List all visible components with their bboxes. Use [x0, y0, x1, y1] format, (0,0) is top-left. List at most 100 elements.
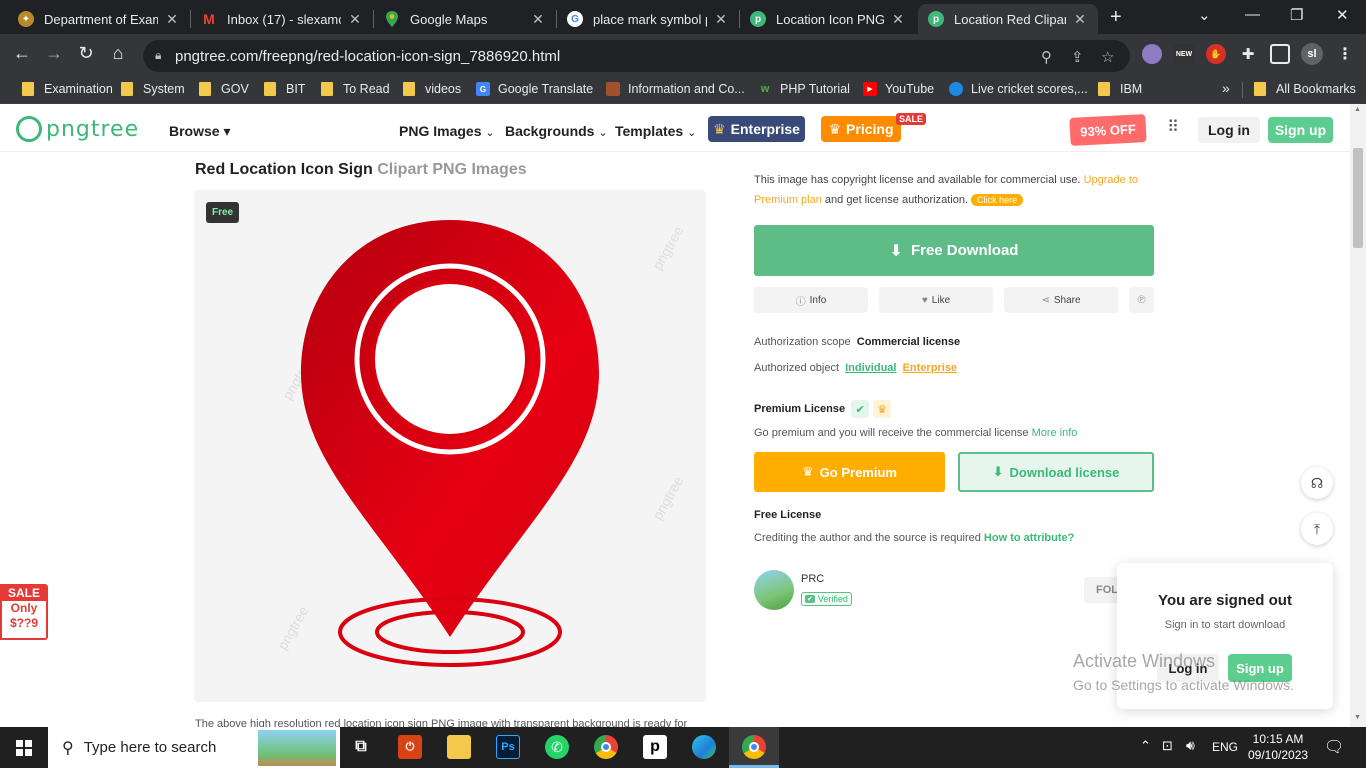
tray-chevron-icon[interactable]: ⌃ [1140, 738, 1151, 754]
network-icon[interactable]: ⊡ [1162, 738, 1173, 754]
reload-icon[interactable]: ↻ [74, 43, 98, 64]
side-panel-icon[interactable] [1270, 44, 1290, 64]
headset-support-icon[interactable]: ☊ [1301, 467, 1333, 499]
header-signup-button[interactable]: Sign up [1268, 117, 1333, 143]
restore-button[interactable]: ❐ [1290, 6, 1303, 24]
tab-search-icon[interactable]: ⌄ [1198, 6, 1211, 24]
zoom-icon[interactable]: ⚲ [1041, 48, 1052, 66]
taskbar-search-box[interactable]: ⚲ Type here to search [48, 727, 340, 768]
extension-gem-icon[interactable] [1142, 44, 1162, 64]
nav-png-images[interactable]: PNG Images ⌄ [399, 123, 495, 139]
bookmark-youtube[interactable]: ▶ YouTube [863, 82, 934, 96]
bookmark-gov[interactable]: GOV [199, 82, 249, 96]
info-site-icon [606, 82, 620, 96]
bookmark-to-read[interactable]: To Read [321, 82, 390, 96]
extensions-puzzle-icon[interactable]: ✚ [1238, 44, 1258, 64]
premium-license-title: Premium License ✔ ♛ [754, 400, 892, 418]
how-to-attribute-link[interactable]: How to attribute? [984, 532, 1074, 544]
go-premium-button[interactable]: ♛ Go Premium [754, 452, 945, 492]
close-tab-icon[interactable]: ✕ [713, 11, 729, 28]
browser-tab-location-icon-png[interactable]: p Location Icon PNG Im ✕ [740, 4, 916, 34]
image-preview[interactable]: Free pngtree pngtree pngtree pngtree [194, 190, 706, 702]
more-info-link[interactable]: More info [1032, 427, 1078, 439]
browser-tab-location-red-clipart[interactable]: p Location Red Clipart I ✕ [918, 4, 1098, 34]
bookmark-ibm[interactable]: IBM [1098, 82, 1142, 96]
profile-avatar[interactable]: sl [1301, 43, 1323, 65]
author-avatar[interactable] [754, 570, 794, 610]
share-button[interactable]: ⋖ Share [1004, 287, 1118, 313]
volume-icon[interactable]: 🔊︎ [1186, 737, 1195, 754]
photoshop-icon[interactable]: Ps [496, 735, 520, 759]
browse-menu[interactable]: Browse ▾ [169, 123, 231, 140]
apps-grid-icon[interactable]: ⠿ [1163, 120, 1183, 138]
discount-badge[interactable]: 93% OFF [1069, 114, 1147, 146]
new-tab-button[interactable]: + [1110, 6, 1122, 29]
chrome-active-icon[interactable] [742, 735, 766, 759]
page-scrollbar[interactable]: ▲ ▼ [1350, 104, 1366, 727]
address-bar[interactable]: 🔒︎ pngtree.com/freepng/red-location-icon… [143, 40, 1130, 72]
sale-side-badge[interactable]: SALE Only $??9 [0, 584, 48, 640]
adblock-icon[interactable]: ✋ [1206, 44, 1226, 64]
page-content: Red Location Icon Sign Clipart PNG Image… [0, 152, 1350, 727]
back-to-top-icon[interactable]: ⤒ [1301, 513, 1333, 545]
bookmark-information[interactable]: Information and Co... [606, 82, 745, 96]
home-icon[interactable]: ⌂ [106, 43, 130, 64]
file-explorer-icon[interactable] [447, 735, 471, 759]
close-tab-icon[interactable]: ✕ [530, 11, 546, 28]
scrollbar-thumb[interactable] [1353, 148, 1363, 248]
menu-kebab-icon[interactable]: ⋮ [1335, 44, 1355, 64]
close-tab-icon[interactable]: ✕ [890, 11, 906, 28]
minimize-button[interactable]: — [1245, 6, 1260, 23]
bookmark-videos[interactable]: videos [403, 82, 461, 96]
header-login-button[interactable]: Log in [1198, 117, 1260, 143]
individual-link[interactable]: Individual [845, 362, 896, 374]
click-here-button[interactable]: Click here [971, 194, 1024, 206]
more-bookmarks-button[interactable]: » [1222, 80, 1230, 96]
pngtree-logo[interactable]: pngtree [16, 116, 139, 142]
pricing-button[interactable]: ♛ Pricing [821, 116, 901, 142]
edge-icon[interactable] [692, 735, 716, 759]
close-tab-icon[interactable]: ✕ [347, 11, 363, 28]
close-window-button[interactable]: ✕ [1336, 6, 1349, 24]
emblem-icon: ✦ [18, 11, 34, 27]
pandora-icon[interactable]: p [643, 735, 667, 759]
whatsapp-icon[interactable]: ✆ [545, 735, 569, 759]
task-view-icon[interactable]: ⧉ [349, 735, 373, 759]
bookmark-live-cricket[interactable]: Live cricket scores,... [949, 82, 1088, 96]
new-extension-icon[interactable]: NEW [1174, 44, 1194, 64]
download-license-button[interactable]: ⬇ Download license [958, 452, 1154, 492]
all-bookmarks[interactable]: All Bookmarks [1254, 82, 1356, 96]
forward-icon[interactable]: → [42, 43, 66, 64]
browser-tab-inbox[interactable]: M Inbox (17) - slexamco ✕ [191, 4, 373, 34]
nav-backgrounds[interactable]: Backgrounds ⌄ [505, 123, 608, 139]
info-button[interactable]: ⓘ Info [754, 287, 868, 313]
app-icon-red[interactable]: ⏻ [398, 735, 422, 759]
bookmark-star-icon[interactable]: ☆ [1101, 48, 1114, 66]
bookmark-bit[interactable]: BIT [264, 82, 305, 96]
back-icon[interactable]: ← [10, 43, 34, 64]
like-button[interactable]: ♥ Like [879, 287, 993, 313]
bookmark-examination[interactable]: Examination [22, 82, 113, 96]
browser-tab-google-maps[interactable]: Google Maps ✕ [374, 4, 556, 34]
chrome-icon[interactable] [594, 735, 618, 759]
nav-templates[interactable]: Templates ⌄ [615, 123, 696, 139]
author-name[interactable]: PRC [801, 573, 824, 585]
scroll-down-arrow-icon[interactable]: ▼ [1354, 714, 1361, 721]
close-tab-icon[interactable]: ✕ [1072, 11, 1088, 28]
browser-tab-department[interactable]: ✦ Department of Exami ✕ [8, 4, 190, 34]
clock[interactable]: 10:15 AM 09/10/2023 [1248, 731, 1308, 763]
browser-tab-place-mark-search[interactable]: G place mark symbol pr ✕ [557, 4, 739, 34]
share-icon[interactable]: ⇪ [1071, 48, 1084, 66]
pinterest-icon[interactable]: ℗ [1129, 287, 1154, 313]
notifications-icon[interactable]: 🗨︎ [1324, 737, 1344, 757]
free-download-button[interactable]: ⬇ Free Download [754, 225, 1154, 276]
enterprise-button[interactable]: ♛ Enterprise [708, 116, 805, 142]
scroll-up-arrow-icon[interactable]: ▲ [1354, 106, 1361, 113]
bookmark-google-translate[interactable]: G Google Translate [476, 82, 593, 96]
windows-start-icon[interactable] [16, 740, 32, 756]
enterprise-link[interactable]: Enterprise [903, 362, 957, 374]
language-indicator[interactable]: ENG [1212, 740, 1238, 754]
close-tab-icon[interactable]: ✕ [164, 11, 180, 28]
bookmark-system[interactable]: System [121, 82, 185, 96]
bookmark-php-tutorial[interactable]: w PHP Tutorial [758, 82, 850, 96]
